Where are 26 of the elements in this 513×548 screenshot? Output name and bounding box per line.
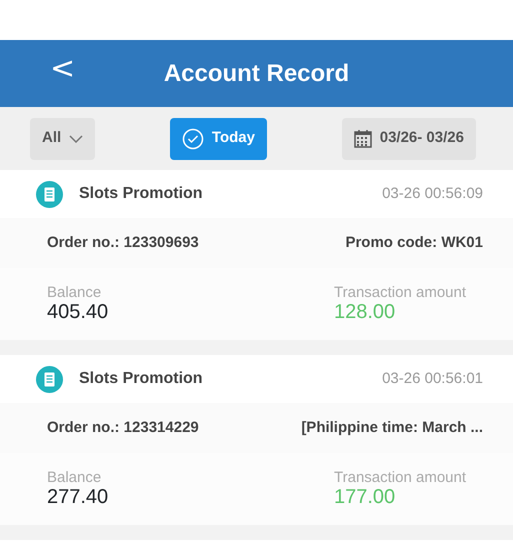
balance-value: 277.40 <box>47 486 108 508</box>
order-number: Order no.: 123309693 <box>47 232 199 253</box>
back-button[interactable]: < <box>46 54 80 84</box>
amount-value: 128.00 <box>334 301 396 324</box>
balance-label: Balance <box>47 470 102 486</box>
date-range-button[interactable]: 03/26- 03/26 <box>342 118 476 160</box>
record-note: [Philippine time: March ... <box>301 418 483 438</box>
record-time: 03-26 00:56:01 <box>382 368 483 389</box>
amount-label: Transaction amount <box>334 470 468 486</box>
today-toggle[interactable]: Today <box>170 118 267 160</box>
record-title: Slots Promotion <box>79 184 203 204</box>
receipt-icon <box>36 366 63 392</box>
amount-label: Transaction amount <box>334 284 468 302</box>
calendar-icon <box>354 129 372 148</box>
chevron-down-icon <box>69 134 84 142</box>
record-time: 03-26 00:56:09 <box>382 184 483 204</box>
receipt-icon <box>36 180 63 208</box>
check-circle-icon <box>182 128 204 150</box>
record-note: Promo code: WK01 <box>345 232 483 253</box>
page-title: Account Record <box>164 58 350 88</box>
order-number: Order no.: 123314229 <box>47 418 199 438</box>
record-title: Slots Promotion <box>79 369 203 389</box>
amount-value: 177.00 <box>334 486 396 508</box>
type-dropdown[interactable]: All <box>30 118 96 160</box>
balance-value: 405.40 <box>47 301 108 324</box>
balance-label: Balance <box>47 284 102 302</box>
